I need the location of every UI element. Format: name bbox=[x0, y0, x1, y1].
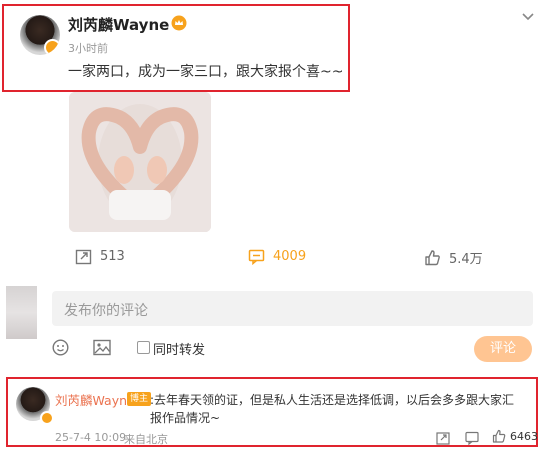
repost-button[interactable]: 513 bbox=[75, 248, 125, 265]
comment-button[interactable]: 4009 bbox=[248, 248, 306, 265]
reply-like-count: 6463 bbox=[510, 429, 538, 443]
reply-thumbs-up-icon bbox=[492, 429, 506, 443]
repost-checkbox[interactable] bbox=[137, 341, 150, 354]
verified-badge-icon bbox=[44, 39, 60, 55]
image-upload-icon[interactable] bbox=[93, 339, 111, 356]
post-author-name[interactable]: 刘芮麟Wayne bbox=[68, 14, 169, 35]
reply-comment-icon[interactable] bbox=[465, 430, 479, 446]
submit-comment-button[interactable]: 评论 bbox=[474, 336, 532, 362]
author-avatar[interactable] bbox=[20, 15, 60, 55]
comment-input-placeholder: 发布你的评论 bbox=[64, 303, 148, 319]
comment-count: 4009 bbox=[273, 249, 307, 264]
like-count: 5.4万 bbox=[449, 252, 483, 267]
crown-icon bbox=[171, 15, 187, 31]
repost-icon bbox=[75, 249, 92, 265]
comment-icon bbox=[248, 249, 265, 265]
comment-input[interactable]: 发布你的评论 bbox=[52, 291, 533, 326]
reply-share-icon[interactable] bbox=[436, 430, 450, 445]
post-timestamp: 3小时前 bbox=[68, 42, 108, 55]
reply-date: 25-7-4 10:09 bbox=[55, 431, 127, 444]
reply-like-button[interactable]: 6463 bbox=[492, 429, 538, 443]
author-badge: 博主 bbox=[127, 392, 152, 406]
thumbs-up-icon bbox=[425, 250, 440, 266]
post-photo[interactable] bbox=[69, 92, 211, 232]
reply-source: 来自北京 bbox=[124, 433, 168, 446]
reply-text: :去年春天领的证，但是私人生活还是选择低调，以后会多多跟大家汇报作品情况~ bbox=[150, 393, 515, 425]
reply-author-name[interactable]: 刘芮麟Wayne bbox=[55, 390, 135, 409]
repost-checkbox-label: 同时转发 bbox=[153, 343, 206, 358]
current-user-avatar bbox=[6, 286, 37, 339]
reply-verified-badge-icon bbox=[40, 411, 54, 425]
like-button[interactable]: 5.4万 bbox=[424, 248, 483, 267]
repost-count: 513 bbox=[100, 249, 125, 264]
post-menu-chevron-icon[interactable] bbox=[521, 9, 535, 23]
post-text: 一家两口，成为一家三口，跟大家报个喜~~ bbox=[68, 64, 344, 80]
emoji-icon[interactable] bbox=[52, 339, 69, 356]
